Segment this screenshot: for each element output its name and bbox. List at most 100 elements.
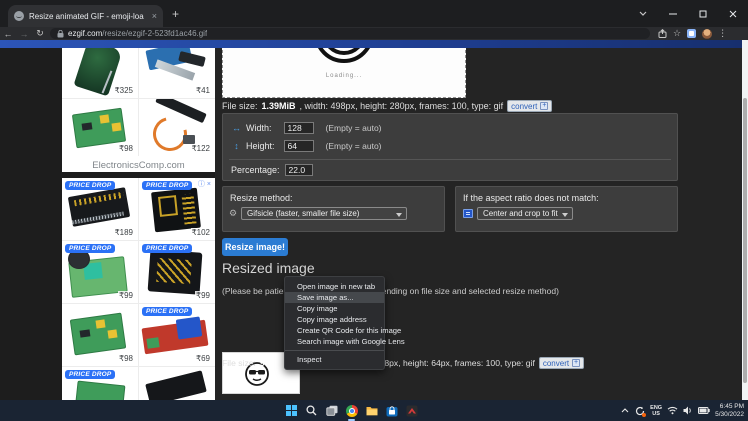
- convert-label: convert: [511, 101, 538, 111]
- percentage-input[interactable]: [284, 164, 313, 176]
- windows-logo-icon: [286, 405, 297, 416]
- ad2-product-1[interactable]: PRICE DROP ₹189: [62, 178, 138, 240]
- width-input[interactable]: [283, 122, 314, 134]
- result-heading: Resized image: [222, 260, 315, 276]
- menu-item-search-google-lens[interactable]: Search image with Google Lens: [285, 336, 405, 347]
- menu-item-copy-image[interactable]: Copy image: [285, 303, 384, 314]
- ad2-product-8[interactable]: [139, 367, 215, 400]
- tray-chevron-icon[interactable]: [621, 408, 629, 413]
- taskbar-search-button[interactable]: [305, 404, 318, 417]
- file-info-rest: , width: 498px, height: 280px, frames: 1…: [299, 101, 504, 111]
- aspect-title: If the aspect ratio does not match:: [463, 193, 599, 203]
- clock-date: 5/30/2022: [715, 410, 744, 418]
- battery-icon[interactable]: [698, 407, 710, 414]
- menu-separator: [285, 350, 384, 351]
- forward-icon[interactable]: →: [16, 29, 32, 39]
- loading-text: Loading...: [325, 73, 363, 79]
- price-drop-badge: PRICE DROP: [142, 244, 193, 253]
- tab-search-button[interactable]: [628, 0, 658, 27]
- ad2-product-7[interactable]: PRICE DROP: [62, 367, 138, 400]
- file-size-value: 1.39MiB: [261, 101, 296, 111]
- wifi-icon[interactable]: [667, 406, 678, 415]
- product-price: ₹99: [195, 291, 211, 300]
- ad-controls[interactable]: ⓘ×: [198, 179, 213, 189]
- menu-item-open-image[interactable]: Open image in new tab: [285, 281, 384, 292]
- taskbar-chrome-button[interactable]: [345, 404, 358, 421]
- menu-item-create-qr-code[interactable]: Create QR Code for this image: [285, 325, 401, 336]
- clock-time: 6:45 PM: [719, 402, 744, 410]
- menu-item-inspect[interactable]: Inspect: [285, 354, 384, 365]
- taskbar-clock[interactable]: 6:45 PM 5/30/2022: [715, 403, 744, 419]
- resize-method-panel: Resize method: ⚙ Gifsicle (faster, small…: [222, 186, 445, 232]
- ad-unit-2[interactable]: ⓘ× PRICE DROP ₹189 PRICE DROP ₹102 PRICE…: [62, 178, 215, 400]
- screen: Resize animated GIF - emoji-loa × + ← → …: [0, 0, 748, 421]
- convert-button[interactable]: convert +: [538, 357, 585, 369]
- ad2-product-3[interactable]: PRICE DROP ₹99: [62, 241, 138, 303]
- file-explorer-button[interactable]: [365, 404, 378, 417]
- browser-menu-icon[interactable]: ⋮: [718, 28, 727, 39]
- speaker-icon[interactable]: [683, 406, 693, 415]
- maximize-button[interactable]: [688, 0, 718, 27]
- microsoft-store-button[interactable]: [385, 404, 398, 417]
- product-price: ₹98: [118, 144, 134, 153]
- back-icon[interactable]: ←: [0, 29, 16, 39]
- form-divider: [229, 159, 671, 160]
- height-hint: (Empty = auto): [325, 141, 382, 151]
- original-file-info: File size: 1.39MiB , width: 498px, heigh…: [222, 99, 553, 113]
- file-info-label: File size:: [222, 101, 258, 111]
- toolbar-right-icons: ☆ ⋮: [658, 28, 727, 39]
- url-path: /resize/ezgif-2-523fd1ac46.gif: [102, 29, 208, 38]
- ad-close-icon[interactable]: ×: [207, 181, 213, 188]
- ad2-product-5[interactable]: ₹98: [62, 304, 138, 366]
- aspect-select[interactable]: Center and crop to fit: [477, 207, 573, 220]
- tab-close-icon[interactable]: ×: [152, 11, 157, 21]
- ad1-product-1[interactable]: ₹325: [62, 40, 138, 98]
- new-tab-button[interactable]: +: [172, 7, 179, 21]
- minimize-button[interactable]: [658, 0, 688, 27]
- browser-tab[interactable]: Resize animated GIF - emoji-loa ×: [8, 5, 163, 27]
- profile-avatar[interactable]: [702, 28, 713, 39]
- folder-icon: [366, 407, 377, 416]
- height-input[interactable]: [283, 140, 314, 152]
- task-view-icon: [325, 405, 337, 416]
- file-info-label: File size:: [222, 358, 256, 368]
- scrollbar-thumb[interactable]: [743, 98, 747, 383]
- bookmark-star-icon[interactable]: ☆: [673, 28, 681, 39]
- percentage-label: Percentage:: [231, 165, 280, 175]
- ad2-product-6[interactable]: PRICE DROP ₹69: [139, 304, 215, 366]
- start-button[interactable]: [285, 404, 298, 417]
- windows-taskbar: ENG US 6:45 PM 5/30/2022: [0, 400, 748, 421]
- ad2-product-4[interactable]: PRICE DROP ₹99: [139, 241, 215, 303]
- menu-item-save-image-as[interactable]: Save image as...: [285, 292, 384, 303]
- original-image-preview[interactable]: Loading...: [222, 40, 466, 98]
- reload-icon[interactable]: ↻: [32, 28, 48, 39]
- width-label: Width:: [246, 123, 272, 133]
- resize-method-select[interactable]: Gifsicle (faster, smaller file size): [241, 207, 407, 220]
- resize-image-button[interactable]: Resize image!: [222, 238, 288, 256]
- close-window-button[interactable]: [718, 0, 748, 27]
- ad1-product-2[interactable]: ₹41: [139, 40, 215, 98]
- resize-button-label: Resize image!: [224, 242, 286, 252]
- ad1-product-3[interactable]: ₹98: [62, 98, 138, 156]
- language-top: ENG: [650, 404, 663, 411]
- update-sync-icon[interactable]: [634, 405, 647, 417]
- price-drop-badge: PRICE DROP: [65, 181, 116, 190]
- address-bar[interactable]: ezgif.com/resize/ezgif-2-523fd1ac46.gif: [50, 28, 650, 39]
- ad1-product-4[interactable]: ₹122: [139, 98, 215, 156]
- product-price: ₹69: [195, 354, 211, 363]
- height-label: Height:: [246, 141, 275, 151]
- url-text: ezgif.com/resize/ezgif-2-523fd1ac46.gif: [68, 29, 207, 38]
- language-indicator[interactable]: ENG US: [650, 405, 662, 417]
- tab-title: Resize animated GIF - emoji-loa: [29, 11, 144, 21]
- ad-unit-1[interactable]: ₹325 ₹41 ₹98 ₹122 ElectronicsComp.com: [62, 40, 215, 172]
- extension-icon[interactable]: [687, 29, 697, 38]
- menu-item-copy-image-address[interactable]: Copy image address: [285, 314, 384, 325]
- share-icon[interactable]: [658, 29, 667, 38]
- aspect-value: Center and crop to fit: [483, 209, 558, 218]
- notification-dot: [642, 413, 647, 417]
- ad-info-icon[interactable]: ⓘ: [198, 181, 207, 188]
- armoury-crate-button[interactable]: [405, 404, 418, 417]
- task-view-button[interactable]: [325, 404, 338, 417]
- ad1-advertiser[interactable]: ElectronicsComp.com: [62, 156, 215, 171]
- convert-button[interactable]: convert +: [507, 100, 553, 112]
